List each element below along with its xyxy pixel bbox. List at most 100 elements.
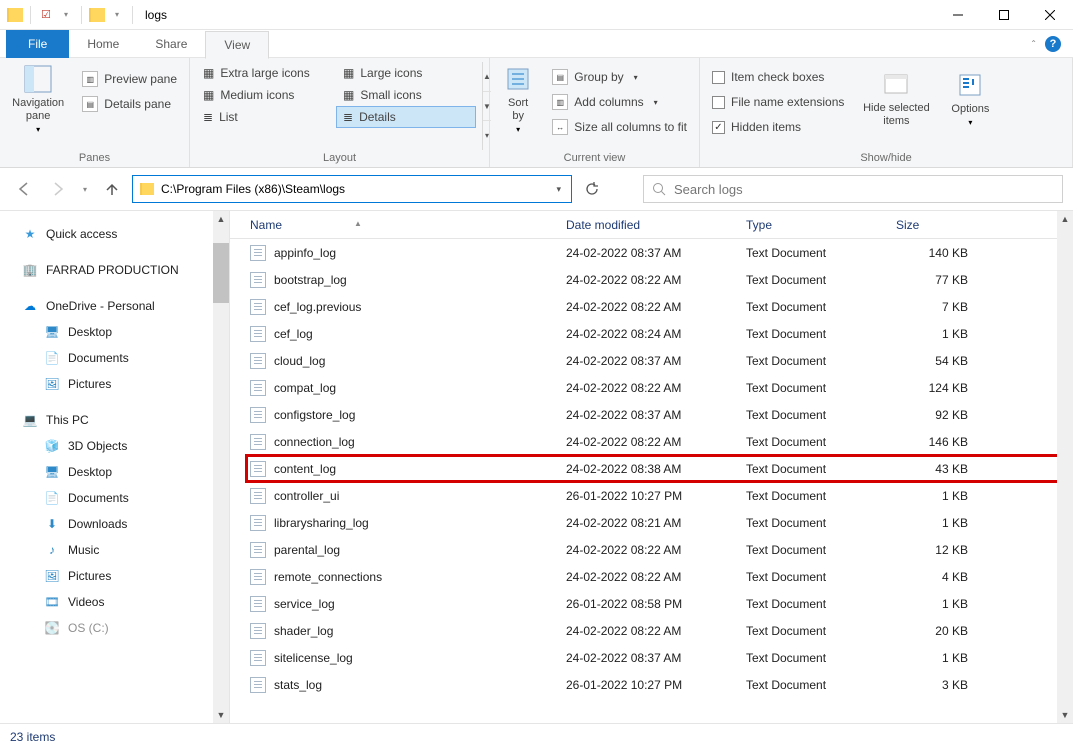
file-row[interactable]: cef_log.previous24-02-2022 08:22 AMText …	[246, 293, 1073, 320]
file-row[interactable]: cloud_log24-02-2022 08:37 AMText Documen…	[246, 347, 1073, 374]
file-name-extensions-toggle[interactable]: File name extensions	[706, 91, 850, 113]
tree-videos[interactable]: 🎞Videos	[0, 589, 229, 615]
tree-3d-objects[interactable]: 🧊3D Objects	[0, 433, 229, 459]
tab-view[interactable]: View	[205, 31, 269, 59]
details-pane-button[interactable]: ▤Details pane	[76, 93, 183, 115]
tab-file[interactable]: File	[6, 30, 69, 58]
tree-os-c[interactable]: 💽OS (C:)	[0, 615, 229, 641]
file-row[interactable]: controller_ui26-01-2022 10:27 PMText Doc…	[246, 482, 1073, 509]
back-button[interactable]	[10, 175, 38, 203]
file-row[interactable]: shader_log24-02-2022 08:22 AMText Docume…	[246, 617, 1073, 644]
sort-by-button[interactable]: Sort by ▾	[496, 62, 540, 134]
layout-small-icons[interactable]: ▦Small icons	[336, 84, 476, 106]
file-size: 7 KB	[896, 300, 986, 314]
search-input[interactable]	[674, 182, 1054, 197]
tab-share[interactable]: Share	[137, 30, 205, 58]
options-button[interactable]: Options ▾	[942, 62, 998, 134]
text-file-icon	[250, 569, 266, 585]
tree-scrollbar[interactable]: ▲ ▼	[213, 211, 229, 723]
file-row[interactable]: stats_log26-01-2022 10:27 PMText Documen…	[246, 671, 1073, 698]
tree-documents[interactable]: 📄Documents	[0, 345, 229, 371]
maximize-button[interactable]	[981, 0, 1027, 30]
tree-documents2[interactable]: 📄Documents	[0, 485, 229, 511]
address-bar[interactable]: ▾	[132, 175, 572, 203]
chevron-down-icon[interactable]: ▾	[108, 6, 126, 24]
file-row[interactable]: cef_log24-02-2022 08:24 AMText Document1…	[246, 320, 1073, 347]
column-size[interactable]: Size	[896, 218, 986, 232]
file-type: Text Document	[746, 651, 896, 665]
scroll-up-icon[interactable]: ▲	[1057, 211, 1073, 227]
tree-quick-access[interactable]: ★Quick access	[0, 221, 229, 247]
add-columns-button[interactable]: ▥Add columns▾	[546, 91, 693, 113]
file-row[interactable]: sitelicense_log24-02-2022 08:37 AMText D…	[246, 644, 1073, 671]
download-icon: ⬇	[44, 516, 60, 532]
tab-home[interactable]: Home	[69, 30, 137, 58]
file-row[interactable]: remote_connections24-02-2022 08:22 AMTex…	[246, 563, 1073, 590]
file-size: 140 KB	[896, 246, 986, 260]
tree-downloads[interactable]: ⬇Downloads	[0, 511, 229, 537]
file-row[interactable]: appinfo_log24-02-2022 08:37 AMText Docum…	[246, 239, 1073, 266]
hide-selected-button[interactable]: Hide selected items	[856, 62, 936, 134]
checkbox-icon	[712, 71, 725, 84]
column-type[interactable]: Type	[746, 218, 896, 232]
column-date[interactable]: Date modified	[566, 218, 746, 232]
file-name: connection_log	[274, 435, 355, 449]
up-button[interactable]	[98, 175, 126, 203]
file-size: 4 KB	[896, 570, 986, 584]
minimize-ribbon-icon[interactable]: ⌃	[1030, 39, 1037, 48]
file-row[interactable]: connection_log24-02-2022 08:22 AMText Do…	[246, 428, 1073, 455]
item-check-boxes-toggle[interactable]: Item check boxes	[706, 66, 850, 88]
details-pane-icon: ▤	[82, 96, 98, 112]
navigation-pane-button[interactable]: Navigation pane ▾	[6, 62, 70, 134]
tree-desktop[interactable]: 🖥Desktop	[0, 319, 229, 345]
tree-pictures[interactable]: 🖼Pictures	[0, 371, 229, 397]
scroll-down-icon[interactable]: ▼	[213, 707, 229, 723]
tree-this-pc[interactable]: 💻This PC	[0, 407, 229, 433]
scroll-down-icon[interactable]: ▼	[1057, 707, 1073, 723]
scroll-up-icon[interactable]: ▲	[213, 211, 229, 227]
navbar: ▾ ▾	[0, 168, 1073, 210]
file-row[interactable]: compat_log24-02-2022 08:22 AMText Docume…	[246, 374, 1073, 401]
file-row[interactable]: librarysharing_log24-02-2022 08:21 AMTex…	[246, 509, 1073, 536]
file-scrollbar[interactable]: ▲ ▼	[1057, 211, 1073, 723]
preview-pane-button[interactable]: ▥Preview pane	[76, 68, 183, 90]
scroll-thumb[interactable]	[213, 243, 229, 303]
column-name[interactable]: Name▲	[246, 218, 566, 232]
help-icon[interactable]: ?	[1045, 36, 1061, 52]
recent-locations-button[interactable]: ▾	[78, 175, 92, 203]
pictures-icon: 🖼	[44, 568, 60, 584]
search-box[interactable]	[643, 175, 1063, 203]
file-row[interactable]: service_log26-01-2022 08:58 PMText Docum…	[246, 590, 1073, 617]
file-list[interactable]: appinfo_log24-02-2022 08:37 AMText Docum…	[230, 239, 1073, 723]
forward-button[interactable]	[44, 175, 72, 203]
building-icon: 🏢	[22, 262, 38, 278]
refresh-button[interactable]	[578, 175, 606, 203]
file-row[interactable]: bootstrap_log24-02-2022 08:22 AMText Doc…	[246, 266, 1073, 293]
layout-list[interactable]: ≣List	[196, 106, 336, 128]
layout-medium-icons[interactable]: ▦Medium icons	[196, 84, 336, 106]
file-size: 54 KB	[896, 354, 986, 368]
tree-music[interactable]: ♪Music	[0, 537, 229, 563]
address-dropdown-icon[interactable]: ▾	[552, 184, 565, 195]
tree-desktop2[interactable]: 🖥Desktop	[0, 459, 229, 485]
file-row[interactable]: content_log24-02-2022 08:38 AMText Docum…	[246, 455, 1073, 482]
tree-onedrive[interactable]: ☁OneDrive - Personal	[0, 293, 229, 319]
layout-extra-large-icons[interactable]: ▦Extra large icons	[196, 62, 336, 84]
size-columns-button[interactable]: ↔Size all columns to fit	[546, 116, 693, 138]
minimize-button[interactable]	[935, 0, 981, 30]
tree-farrad[interactable]: 🏢FARRAD PRODUCTION	[0, 257, 229, 283]
address-input[interactable]	[161, 182, 546, 196]
file-row[interactable]: parental_log24-02-2022 08:22 AMText Docu…	[246, 536, 1073, 563]
file-name: cef_log.previous	[274, 300, 361, 314]
qat-dropdown-icon[interactable]: ▾	[57, 6, 75, 24]
properties-icon[interactable]: ☑	[37, 6, 55, 24]
tree-pictures2[interactable]: 🖼Pictures	[0, 563, 229, 589]
layout-details[interactable]: ≣Details	[336, 106, 476, 128]
close-button[interactable]	[1027, 0, 1073, 30]
layout-large-icons[interactable]: ▦Large icons	[336, 62, 476, 84]
file-row[interactable]: configstore_log24-02-2022 08:37 AMText D…	[246, 401, 1073, 428]
group-by-button[interactable]: ▤Group by▾	[546, 66, 693, 88]
sizecolumns-icon: ↔	[552, 119, 568, 135]
navigation-tree[interactable]: ★Quick access 🏢FARRAD PRODUCTION ☁OneDri…	[0, 211, 230, 723]
hidden-items-toggle[interactable]: ✓Hidden items	[706, 116, 850, 138]
